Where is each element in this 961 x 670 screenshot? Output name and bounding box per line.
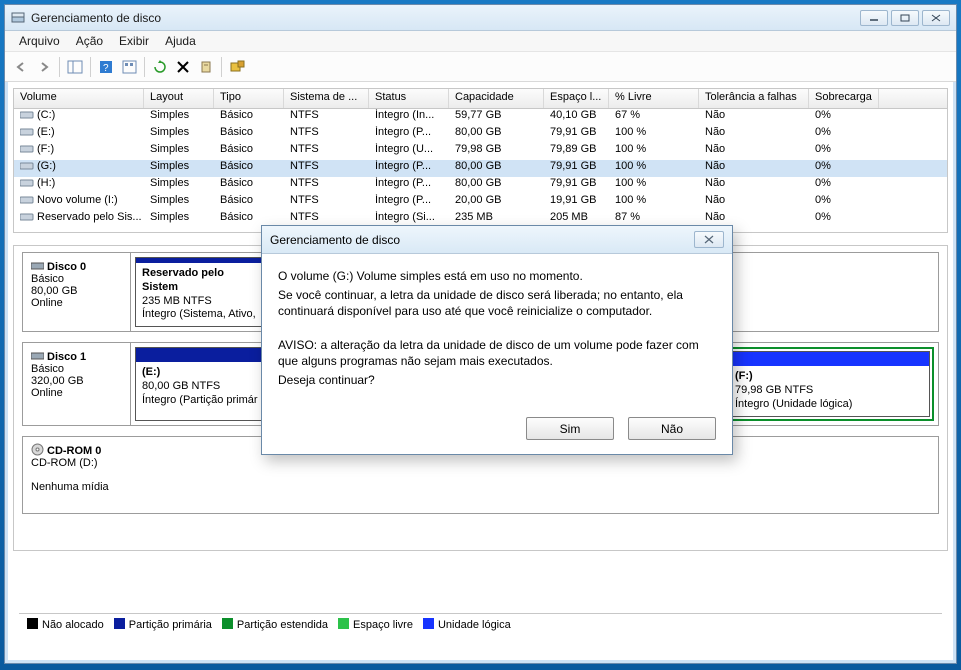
part-status: Íntegro (Unidade lógica): [735, 398, 852, 410]
table-row[interactable]: (H:)SimplesBásicoNTFSÍntegro (P...80,00 …: [14, 177, 947, 194]
legend-primary: Partição primária: [114, 618, 212, 631]
dialog-buttons: Sim Não: [262, 407, 732, 454]
partition-header-logical: [729, 352, 929, 366]
col-freespace[interactable]: Espaço l...: [544, 89, 609, 108]
part-title: Reservado pelo Sistem: [142, 267, 224, 293]
no-button[interactable]: Não: [628, 417, 716, 440]
legend-unallocated: Não alocado: [27, 618, 104, 631]
dialog-body: O volume (G:) Volume simples está em uso…: [262, 254, 732, 407]
svg-text:?: ?: [103, 63, 109, 74]
titlebar[interactable]: Gerenciamento de disco: [5, 5, 956, 31]
partition-reserved[interactable]: Reservado pelo Sistem 235 MB NTFS Íntegr…: [135, 257, 265, 327]
table-row[interactable]: (E:)SimplesBásicoNTFSÍntegro (P...80,00 …: [14, 126, 947, 143]
dialog-text-4: Deseja continuar?: [278, 372, 716, 388]
disk-name: Disco 0: [47, 261, 86, 273]
dialog-text-3: AVISO: a alteração da letra da unidade d…: [278, 337, 716, 369]
col-percent[interactable]: % Livre: [609, 89, 699, 108]
part-status: Íntegro (Sistema, Ativo,: [142, 308, 256, 320]
table-row[interactable]: (F:)SimplesBásicoNTFSÍntegro (U...79,98 …: [14, 143, 947, 160]
help-icon[interactable]: ?: [96, 57, 116, 77]
col-status[interactable]: Status: [369, 89, 449, 108]
menu-ajuda[interactable]: Ajuda: [159, 32, 202, 50]
col-volume[interactable]: Volume: [14, 89, 144, 108]
toolbar-separator: [221, 57, 222, 77]
view-list-icon[interactable]: [65, 57, 85, 77]
table-row[interactable]: Novo volume (I:)SimplesBásicoNTFSÍntegro…: [14, 194, 947, 211]
part-status: Íntegro (Partição primár: [142, 394, 258, 406]
table-row[interactable]: (C:)SimplesBásicoNTFSÍntegro (In...59,77…: [14, 109, 947, 126]
part-title: (E:): [142, 366, 160, 378]
disk-name: Disco 1: [47, 351, 86, 363]
back-button[interactable]: [11, 57, 31, 77]
confirm-dialog: Gerenciamento de disco O volume (G:) Vol…: [261, 225, 733, 455]
legend: Não alocado Partição primária Partição e…: [19, 613, 942, 635]
toolbar: ?: [5, 52, 956, 82]
disk-size: 320,00 GB: [31, 375, 84, 387]
cd-empty: Nenhuma mídia: [31, 481, 109, 493]
menubar: Arquivo Ação Exibir Ajuda: [5, 31, 956, 52]
action-icon[interactable]: [227, 57, 247, 77]
toolbar-separator: [144, 57, 145, 77]
close-button[interactable]: [922, 10, 950, 26]
partition-header-primary: [136, 348, 270, 362]
col-tipo[interactable]: Tipo: [214, 89, 284, 108]
settings-icon[interactable]: [119, 57, 139, 77]
partition-e[interactable]: (E:) 80,00 GB NTFS Íntegro (Partição pri…: [135, 347, 271, 421]
col-capacity[interactable]: Capacidade: [449, 89, 544, 108]
minimize-button[interactable]: [860, 10, 888, 26]
yes-button[interactable]: Sim: [526, 417, 614, 440]
disk-icon: [31, 349, 44, 362]
disk-type: Básico: [31, 363, 64, 375]
partition-body: Reservado pelo Sistem 235 MB NTFS Íntegr…: [136, 263, 264, 326]
window-title: Gerenciamento de disco: [31, 11, 860, 25]
partition-body: (F:) 79,98 GB NTFS Íntegro (Unidade lógi…: [729, 366, 929, 415]
part-detail: 235 MB NTFS: [142, 295, 212, 307]
col-filesystem[interactable]: Sistema de ...: [284, 89, 369, 108]
legend-extended: Partição estendida: [222, 618, 328, 631]
col-overhead[interactable]: Sobrecarga: [809, 89, 879, 108]
dialog-close-button[interactable]: [694, 231, 724, 248]
refresh-icon[interactable]: [150, 57, 170, 77]
disk-icon: [31, 259, 44, 272]
table-row[interactable]: (G:)SimplesBásicoNTFSÍntegro (P...80,00 …: [14, 160, 947, 177]
dialog-text-1: O volume (G:) Volume simples está em uso…: [278, 268, 716, 284]
cd-sub: CD-ROM (D:): [31, 457, 98, 469]
volume-table[interactable]: Volume Layout Tipo Sistema de ... Status…: [13, 88, 948, 233]
maximize-button[interactable]: [891, 10, 919, 26]
disk-size: 80,00 GB: [31, 285, 77, 297]
toolbar-separator: [59, 57, 60, 77]
dialog-text-2: Se você continuar, a letra da unidade de…: [278, 287, 716, 319]
partition-body: (E:) 80,00 GB NTFS Íntegro (Partição pri…: [136, 362, 270, 411]
dialog-title: Gerenciamento de disco: [270, 233, 694, 247]
menu-acao[interactable]: Ação: [70, 32, 109, 50]
window-controls: [860, 10, 950, 26]
disk-state: Online: [31, 387, 63, 399]
legend-logical: Unidade lógica: [423, 618, 511, 631]
col-layout[interactable]: Layout: [144, 89, 214, 108]
menu-arquivo[interactable]: Arquivo: [13, 32, 66, 50]
properties-icon[interactable]: [196, 57, 216, 77]
disk-label: Disco 0 Básico 80,00 GB Online: [23, 253, 131, 331]
disk-name: CD-ROM 0: [47, 445, 101, 457]
disk-label: Disco 1 Básico 320,00 GB Online: [23, 343, 131, 425]
part-detail: 79,98 GB NTFS: [735, 384, 813, 396]
dialog-titlebar[interactable]: Gerenciamento de disco: [262, 226, 732, 254]
table-body: (C:)SimplesBásicoNTFSÍntegro (In...59,77…: [14, 109, 947, 228]
toolbar-separator: [90, 57, 91, 77]
forward-button[interactable]: [34, 57, 54, 77]
app-icon: [11, 11, 25, 25]
disk-type: Básico: [31, 273, 64, 285]
part-title: (F:): [735, 370, 753, 382]
cdrom-icon: [31, 443, 44, 456]
col-tolerance[interactable]: Tolerância a falhas: [699, 89, 809, 108]
legend-free: Espaço livre: [338, 618, 413, 631]
table-header: Volume Layout Tipo Sistema de ... Status…: [14, 89, 947, 109]
delete-icon[interactable]: [173, 57, 193, 77]
part-detail: 80,00 GB NTFS: [142, 380, 220, 392]
menu-exibir[interactable]: Exibir: [113, 32, 155, 50]
disk-state: Online: [31, 297, 63, 309]
partition-extended[interactable]: (F:) 79,98 GB NTFS Íntegro (Unidade lógi…: [724, 347, 934, 421]
